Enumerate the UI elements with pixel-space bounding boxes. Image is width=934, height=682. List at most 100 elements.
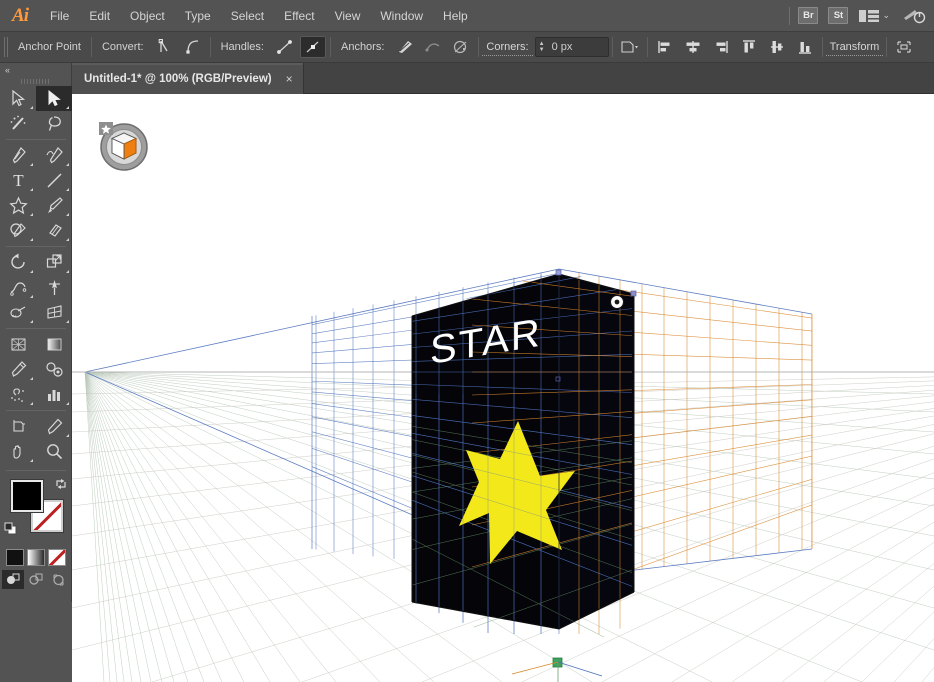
hide-handles-button[interactable] <box>299 36 326 58</box>
align-right-button[interactable] <box>708 36 734 58</box>
tool-magic-wand[interactable] <box>0 111 36 136</box>
app-logo-icon: Ai <box>12 4 29 26</box>
tool-mesh[interactable] <box>0 332 36 357</box>
bridge-button[interactable]: Br <box>798 7 819 24</box>
flyout-indicator-icon <box>30 213 33 216</box>
convert-to-corner-button[interactable] <box>152 36 178 58</box>
anchors-label: Anchors: <box>340 41 385 53</box>
tool-gradient[interactable] <box>36 332 72 357</box>
object-center-widget <box>609 294 625 310</box>
tools-divider <box>6 139 66 140</box>
widget-badge-icon <box>99 122 113 135</box>
gradient-swatch-button[interactable] <box>26 549 45 566</box>
tool-selection[interactable] <box>0 86 36 111</box>
swap-fill-stroke-icon[interactable] <box>54 477 68 491</box>
menu-file[interactable]: File <box>40 0 79 32</box>
corners-value[interactable]: 0 px <box>548 41 573 53</box>
tool-paintbrush[interactable] <box>36 193 72 218</box>
corners-input[interactable]: ▲ ▼ 0 px <box>534 37 609 57</box>
menu-type[interactable]: Type <box>175 0 221 32</box>
tool-shaper[interactable] <box>0 218 36 243</box>
color-swatch-button[interactable] <box>5 549 24 566</box>
search-power-icon[interactable] <box>902 7 926 25</box>
tool-curvature[interactable] <box>36 143 72 168</box>
document-tab[interactable]: Untitled-1* @ 100% (RGB/Preview) × <box>72 63 304 94</box>
flyout-indicator-icon <box>30 459 33 462</box>
perspective-cube-icon <box>110 132 138 160</box>
tool-lasso[interactable] <box>36 111 72 136</box>
show-handles-button[interactable] <box>272 36 298 58</box>
align-center-horizontal-button[interactable] <box>680 36 706 58</box>
tool-line-segment[interactable] <box>36 168 72 193</box>
draw-inside-button[interactable] <box>48 570 70 589</box>
tool-blend[interactable] <box>36 357 72 382</box>
tool-slice[interactable] <box>36 414 72 439</box>
stepper-down-icon: ▼ <box>538 47 545 53</box>
control-bar-grip[interactable] <box>2 34 11 60</box>
tool-eraser[interactable] <box>36 218 72 243</box>
tool-pen[interactable] <box>0 143 36 168</box>
remove-anchor-button[interactable] <box>392 36 418 58</box>
control-divider <box>821 37 823 57</box>
tool-scale[interactable] <box>36 250 72 275</box>
envelope-distort-button[interactable] <box>891 36 917 58</box>
tool-free-transform[interactable] <box>36 275 72 300</box>
tool-column-graph[interactable] <box>36 382 72 407</box>
tool-shape-builder[interactable] <box>0 300 36 325</box>
align-top-button[interactable] <box>736 36 762 58</box>
make-shape-button[interactable] <box>617 36 643 58</box>
control-divider <box>90 37 92 57</box>
tool-rotate[interactable] <box>0 250 36 275</box>
tool-perspective-grid[interactable] <box>36 300 72 325</box>
workspace-switcher-icon[interactable] <box>858 8 880 24</box>
tools-panel-grip[interactable] <box>0 76 71 86</box>
menu-effect[interactable]: Effect <box>274 0 324 32</box>
align-left-button[interactable] <box>652 36 678 58</box>
tool-type[interactable]: T <box>0 168 36 193</box>
anchor-point <box>630 290 637 297</box>
menu-select[interactable]: Select <box>221 0 274 32</box>
none-swatch-button[interactable] <box>47 549 66 566</box>
menu-view[interactable]: View <box>325 0 371 32</box>
flyout-indicator-icon <box>30 320 33 323</box>
draw-behind-button[interactable] <box>25 570 47 589</box>
align-middle-vertical-button[interactable] <box>764 36 790 58</box>
corners-stepper[interactable]: ▲ ▼ <box>536 38 548 56</box>
tool-hand[interactable] <box>0 439 36 464</box>
flyout-indicator-icon <box>66 213 69 216</box>
tool-zoom[interactable] <box>36 439 72 464</box>
isolate-anchor-button[interactable] <box>448 36 474 58</box>
tool-artboard[interactable] <box>0 414 36 439</box>
menu-window[interactable]: Window <box>370 0 433 32</box>
chevron-down-icon[interactable]: ⌄ <box>882 10 890 21</box>
tool-direct-selection[interactable] <box>36 86 72 111</box>
default-fill-stroke-icon[interactable] <box>4 522 17 535</box>
convert-to-smooth-button[interactable] <box>180 36 206 58</box>
close-icon[interactable]: × <box>286 73 293 85</box>
tool-shape[interactable] <box>0 193 36 218</box>
tool-symbol-sprayer[interactable] <box>0 382 36 407</box>
menu-object[interactable]: Object <box>120 0 175 32</box>
draw-mode-row <box>0 570 71 589</box>
menu-edit[interactable]: Edit <box>79 0 120 32</box>
tools-divider <box>6 246 66 247</box>
menu-help[interactable]: Help <box>433 0 478 32</box>
connect-anchors-button[interactable] <box>420 36 446 58</box>
collapse-panel-icon[interactable]: « <box>0 63 71 76</box>
handles-label: Handles: <box>220 41 264 53</box>
flyout-indicator-icon <box>66 188 69 191</box>
transform-button[interactable]: Transform <box>825 39 884 56</box>
tools-divider <box>6 410 66 411</box>
tool-width[interactable] <box>0 275 36 300</box>
tools-grid: T <box>0 86 72 464</box>
align-bottom-button[interactable] <box>792 36 818 58</box>
draw-normal-button[interactable] <box>1 570 24 589</box>
flyout-indicator-icon <box>30 188 33 191</box>
tool-eyedropper[interactable] <box>0 357 36 382</box>
perspective-plane-switching-widget[interactable] <box>99 122 149 172</box>
artboard-canvas[interactable]: STAR <box>72 94 934 682</box>
control-divider <box>611 37 613 57</box>
control-divider <box>478 37 480 57</box>
fill-swatch[interactable] <box>11 480 43 512</box>
stock-button[interactable]: St <box>828 7 849 24</box>
